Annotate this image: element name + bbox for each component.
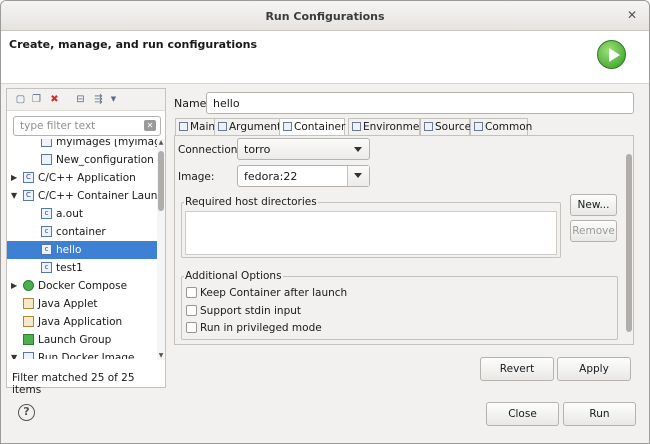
additional-options-label: Additional Options bbox=[184, 270, 283, 282]
panel-scrollbar[interactable] bbox=[625, 146, 633, 342]
duplicate-icon[interactable]: ❐ bbox=[31, 94, 42, 105]
header-banner: Create, manage, and run configurations bbox=[1, 31, 649, 84]
tree-item[interactable]: ▼ C C/C++ Container Launcher bbox=[7, 187, 157, 205]
name-value: hello bbox=[213, 97, 240, 110]
tree-item[interactable]: c test1 bbox=[7, 259, 157, 277]
filter-icon[interactable]: ⇶ bbox=[93, 94, 104, 105]
docker-image-icon bbox=[41, 139, 52, 147]
filter-placeholder: type filter text bbox=[20, 120, 96, 132]
name-field[interactable]: hello bbox=[206, 92, 634, 114]
c-file-icon: c bbox=[41, 226, 52, 237]
collapse-arrow-icon[interactable]: ▼ bbox=[11, 192, 19, 200]
required-dirs-group: Required host directories bbox=[181, 196, 561, 258]
connection-value: torro bbox=[244, 143, 271, 156]
new-directory-button[interactable]: New... bbox=[570, 194, 617, 216]
chevron-down-icon bbox=[354, 147, 362, 152]
title-bar: Run Configurations ✕ bbox=[1, 1, 649, 31]
tree-scrollbar[interactable]: ▲ ▼ bbox=[157, 139, 165, 360]
c-app-icon: C bbox=[23, 172, 34, 183]
scroll-thumb[interactable] bbox=[158, 151, 164, 211]
required-dirs-list[interactable] bbox=[185, 211, 557, 255]
tab-common[interactable]: Common bbox=[470, 118, 532, 135]
connection-select[interactable]: torro bbox=[237, 138, 370, 160]
tree-item[interactable]: ▶ Docker Compose bbox=[7, 277, 157, 295]
tree-item[interactable]: ▶ C C/C++ Application bbox=[7, 169, 157, 187]
arguments-tab-icon bbox=[218, 122, 227, 131]
image-combo[interactable]: fedora:22 bbox=[237, 165, 370, 187]
filter-input[interactable]: type filter text ✕ bbox=[13, 116, 161, 136]
filter-status: Filter matched 25 of 25 items bbox=[12, 372, 135, 396]
tab-source[interactable]: Source bbox=[420, 118, 471, 135]
scroll-down-icon[interactable]: ▼ bbox=[157, 352, 165, 360]
java-applet-icon bbox=[23, 298, 34, 309]
tree-item[interactable]: c a.out bbox=[7, 205, 157, 223]
expand-arrow-icon[interactable]: ▶ bbox=[11, 174, 19, 182]
image-dropdown-button[interactable] bbox=[347, 166, 369, 186]
window-title: Run Configurations bbox=[265, 10, 385, 23]
name-label: Name: bbox=[174, 97, 211, 110]
connection-label: Connection: bbox=[178, 144, 241, 156]
tree-item[interactable]: ▼ Run Docker Image bbox=[7, 349, 157, 359]
keep-container-checkbox[interactable] bbox=[186, 287, 197, 298]
tree-item[interactable]: Java Applet bbox=[7, 295, 157, 313]
run-button[interactable]: Run bbox=[563, 402, 636, 426]
image-label: Image: bbox=[178, 171, 215, 183]
image-value: fedora:22 bbox=[244, 170, 298, 183]
privileged-checkbox[interactable] bbox=[186, 322, 197, 333]
main-tab-icon bbox=[179, 122, 188, 131]
tree-item[interactable]: c container bbox=[7, 223, 157, 241]
environment-tab-icon bbox=[352, 122, 361, 131]
required-dirs-label: Required host directories bbox=[184, 196, 318, 208]
config-icon bbox=[41, 154, 52, 165]
help-icon[interactable]: ? bbox=[18, 404, 35, 421]
delete-icon[interactable]: ✖ bbox=[49, 94, 60, 105]
java-application-icon bbox=[23, 316, 34, 327]
c-file-icon: c bbox=[41, 208, 52, 219]
clear-filter-icon[interactable]: ✕ bbox=[144, 120, 156, 131]
stdin-label: Support stdin input bbox=[200, 305, 302, 317]
run-configurations-dialog: Run Configurations ✕ Create, manage, and… bbox=[0, 0, 650, 444]
tab-container[interactable]: Container bbox=[279, 118, 345, 136]
config-tabs: Main Arguments Container Environment Sou… bbox=[174, 118, 634, 136]
list-toolbar: ▢ ❐ ✖ ⊟ ⇶ ▼ bbox=[7, 89, 165, 111]
expand-arrow-icon[interactable]: ▶ bbox=[11, 282, 19, 290]
configuration-list-panel: ▢ ❐ ✖ ⊟ ⇶ ▼ type filter text ✕ myimages … bbox=[6, 88, 166, 396]
close-icon[interactable]: ✕ bbox=[627, 8, 637, 22]
docker-compose-icon bbox=[23, 280, 34, 291]
stdin-checkbox[interactable] bbox=[186, 305, 197, 316]
banner-text: Create, manage, and run configurations bbox=[9, 38, 258, 51]
tab-environment[interactable]: Environment bbox=[348, 118, 430, 135]
tab-main[interactable]: Main bbox=[175, 118, 215, 135]
tree-item[interactable]: myimages [myimage2] bbox=[7, 139, 157, 151]
apply-button[interactable]: Apply bbox=[557, 357, 631, 381]
c-file-icon: c bbox=[41, 262, 52, 273]
revert-button[interactable]: Revert bbox=[480, 357, 554, 381]
collapse-arrow-icon[interactable]: ▼ bbox=[11, 354, 19, 360]
panel-scroll-thumb[interactable] bbox=[626, 154, 632, 332]
common-tab-icon bbox=[474, 122, 483, 131]
chevron-down-icon bbox=[354, 173, 362, 178]
tree-item[interactable]: Launch Group bbox=[7, 331, 157, 349]
close-button[interactable]: Close bbox=[486, 402, 559, 426]
scroll-up-icon[interactable]: ▲ bbox=[157, 139, 165, 147]
c-app-icon: C bbox=[23, 190, 34, 201]
c-file-icon: c bbox=[41, 244, 52, 255]
container-tab-icon bbox=[283, 122, 292, 131]
tree-item[interactable]: Java Application bbox=[7, 313, 157, 331]
new-config-icon[interactable]: ▢ bbox=[15, 94, 26, 105]
source-tab-icon bbox=[424, 122, 433, 131]
privileged-label: Run in privileged mode bbox=[200, 322, 322, 334]
run-icon bbox=[597, 40, 626, 69]
configuration-tree: myimages [myimage2] New_configuration (1… bbox=[7, 139, 157, 359]
launch-group-icon bbox=[23, 334, 34, 345]
docker-image-icon bbox=[23, 352, 34, 359]
tree-item[interactable]: New_configuration (1) bbox=[7, 151, 157, 169]
keep-container-label: Keep Container after launch bbox=[200, 287, 348, 299]
remove-directory-button[interactable]: Remove bbox=[570, 220, 617, 242]
tab-arguments[interactable]: Arguments bbox=[214, 118, 287, 135]
tree-item-selected[interactable]: c hello bbox=[7, 241, 157, 259]
menu-chevron-icon[interactable]: ▼ bbox=[108, 94, 119, 105]
collapse-all-icon[interactable]: ⊟ bbox=[75, 94, 86, 105]
